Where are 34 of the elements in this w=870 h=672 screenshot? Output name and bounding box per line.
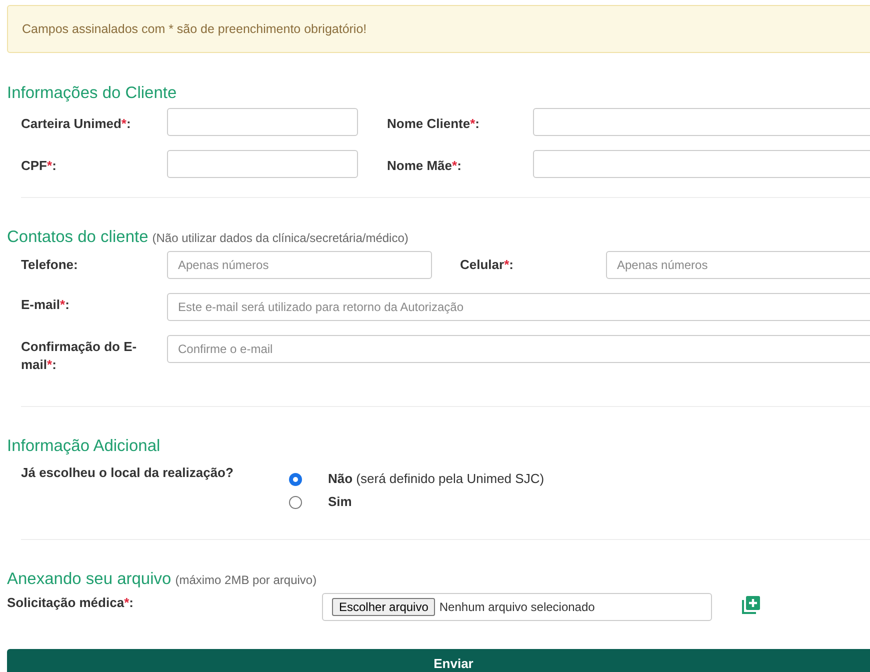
field-label: Telefone: <box>20 256 79 274</box>
section-title: Informações do Cliente <box>7 83 177 104</box>
input-field[interactable]: Confirme o e-mail <box>167 334 870 362</box>
field-label: CPF*: <box>20 156 58 175</box>
field-label: Já escolheu o local da realização? <box>20 464 234 482</box>
input-field[interactable] <box>167 150 358 178</box>
section-note: (Não utilizar dados da clínica/secretária/médico) <box>152 230 408 247</box>
input-field[interactable]: Apenas números <box>606 250 870 278</box>
field-label: Celular*: <box>459 256 514 274</box>
input-field[interactable]: Este e-mail será utilizado para retorno da Autorização <box>167 292 870 320</box>
section-title: Informação Adicional <box>7 436 160 456</box>
choose-file-button[interactable]: Escolher arquivo <box>332 598 436 616</box>
section-title: Anexando seu arquivo <box>7 569 172 590</box>
field-label: Solicitação médica*: <box>7 594 134 612</box>
file-status: Nenhum arquivo selecionado <box>439 599 595 616</box>
input-field[interactable] <box>167 108 358 136</box>
field-label: Confirmação do E-mail*: <box>20 338 138 374</box>
add-file-icon[interactable] <box>741 595 761 615</box>
field-label: E-mail*: <box>20 296 70 314</box>
field-label: Carteira Unimed*: <box>20 114 132 133</box>
input-field[interactable] <box>533 108 870 136</box>
radio-label: Sim <box>328 493 352 512</box>
warning-alert: Campos assinalados com * são de preenchimento obrigatório! <box>7 5 870 53</box>
radio-label: Não (será definido pela Unimed SJC) <box>328 470 544 488</box>
submit-button[interactable]: Enviar <box>7 649 870 672</box>
field-label: Nome Mãe*: <box>386 156 462 175</box>
section-title: Contatos do cliente <box>7 226 148 248</box>
input-field[interactable]: Apenas números <box>167 250 432 278</box>
radio-button[interactable] <box>289 472 302 486</box>
file-field[interactable]: Escolher arquivo Nenhum arquivo selecionado <box>322 593 712 621</box>
radio-button[interactable] <box>289 496 302 509</box>
field-label: Nome Cliente*: <box>386 114 480 133</box>
input-field[interactable] <box>533 150 870 178</box>
section-note: (máximo 2MB por arquivo) <box>175 572 317 590</box>
